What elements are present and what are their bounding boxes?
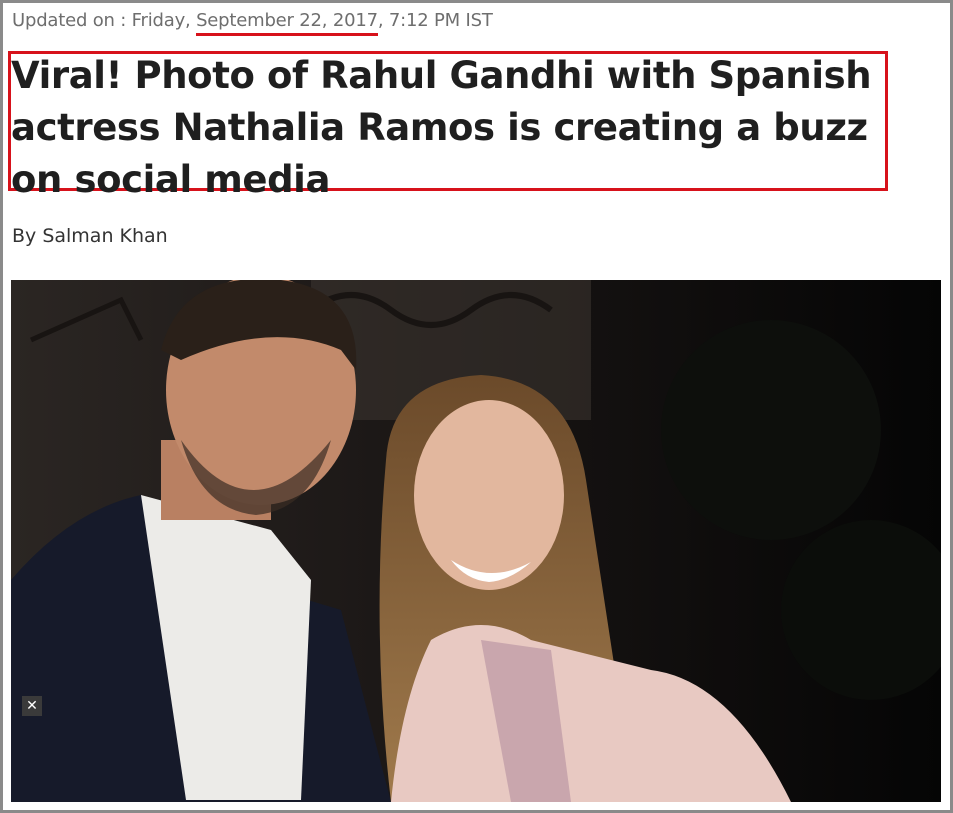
article-photo — [11, 280, 941, 802]
updated-timestamp: Updated on : Friday, September 22, 2017,… — [12, 10, 493, 31]
updated-prefix: Updated on : Friday, — [12, 10, 197, 31]
photo-illustration — [11, 280, 941, 802]
updated-date: September 22, 2017 — [196, 10, 378, 31]
article-screenshot-frame: Updated on : Friday, September 22, 2017,… — [0, 0, 953, 813]
close-icon[interactable]: ✕ — [22, 696, 42, 716]
article-byline[interactable]: By Salman Khan — [12, 225, 168, 247]
updated-time: , 7:12 PM IST — [377, 10, 493, 31]
article-headline: Viral! Photo of Rahul Gandhi with Spanis… — [11, 54, 872, 201]
